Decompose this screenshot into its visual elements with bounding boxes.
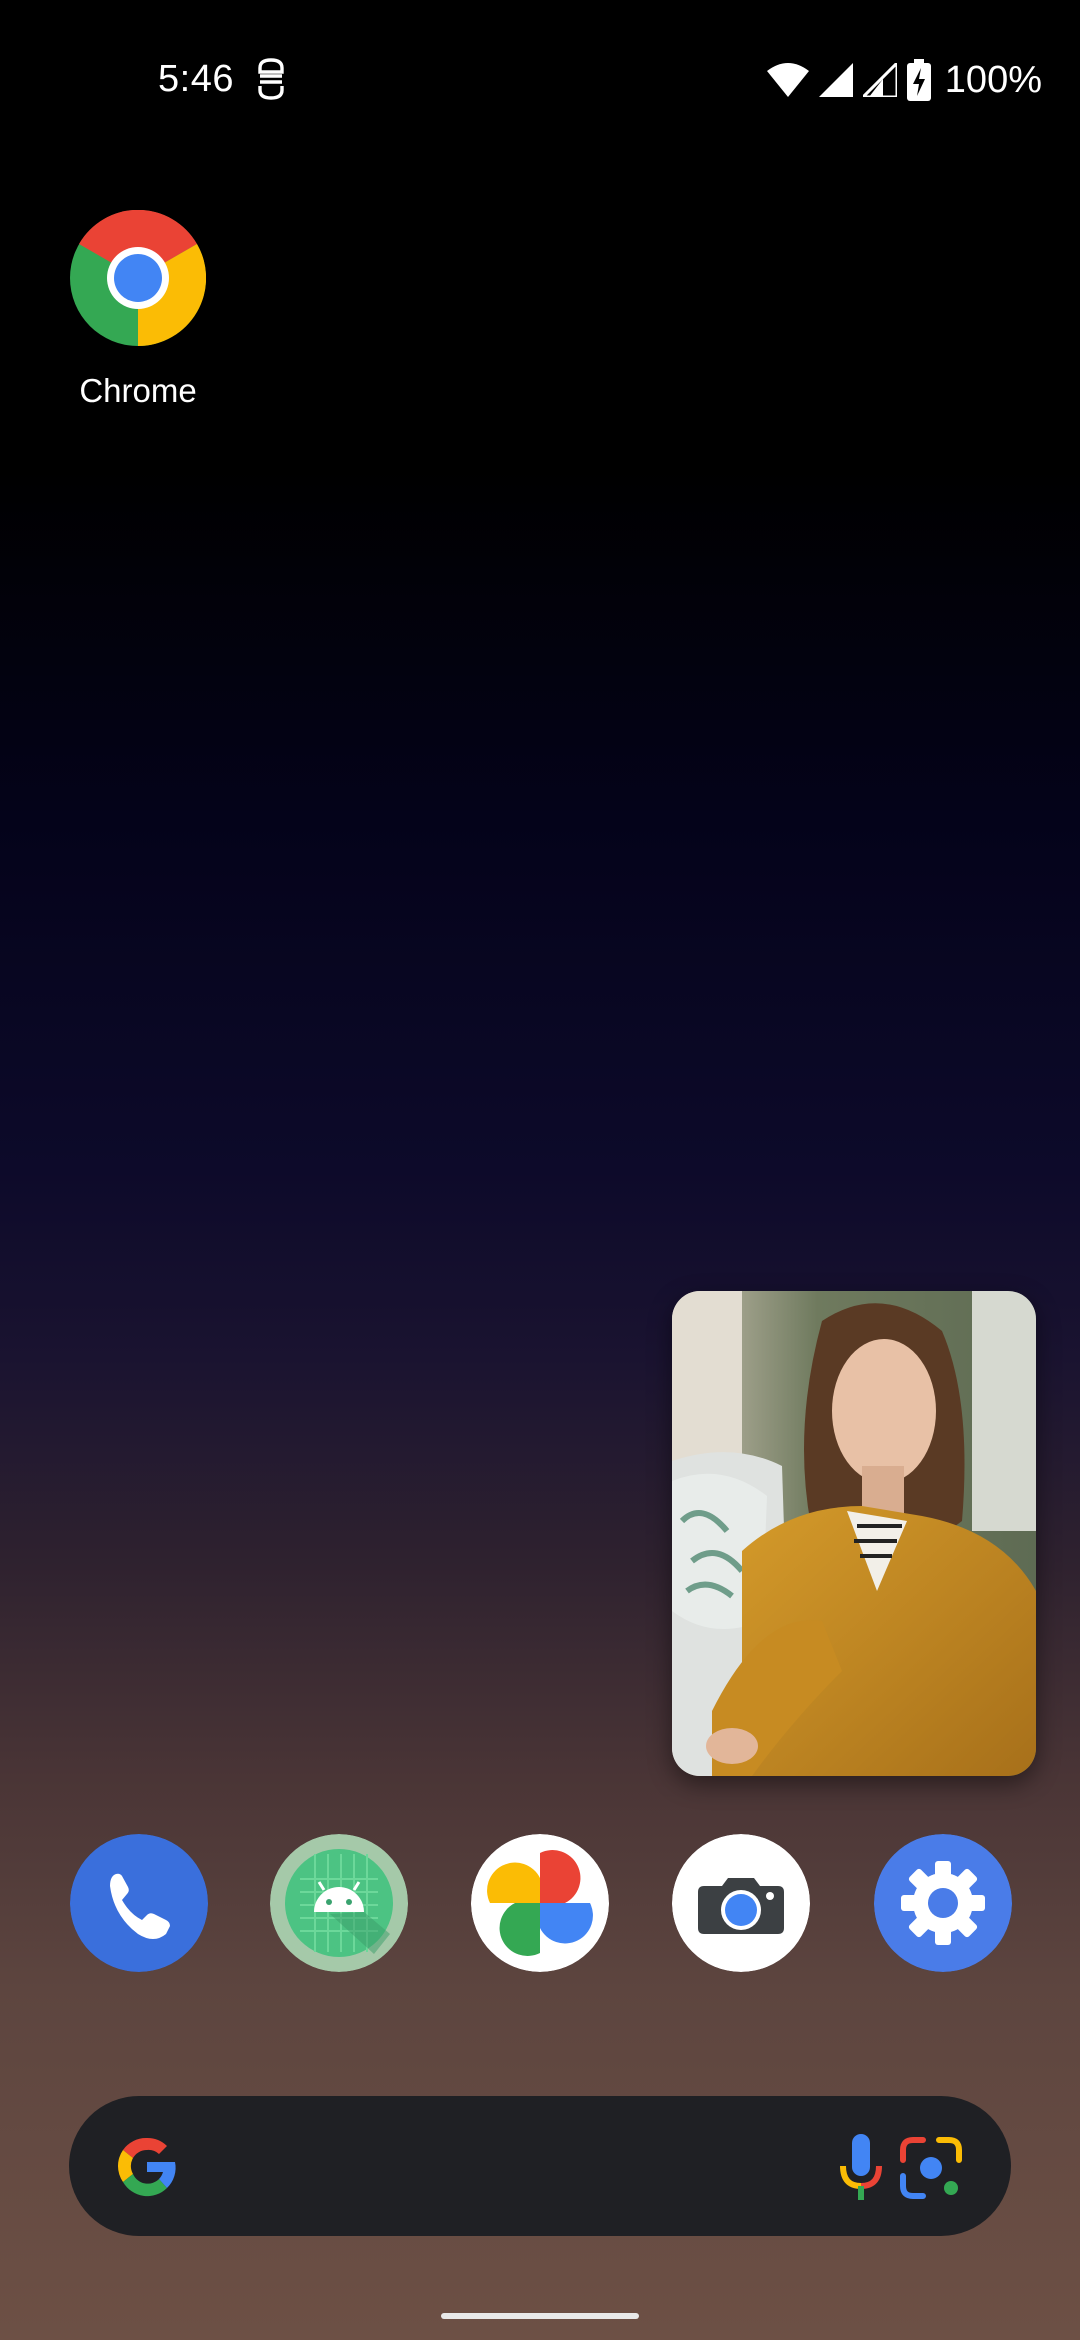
pip-video-window[interactable]: [672, 1291, 1036, 1776]
status-time: 5:46: [158, 58, 234, 100]
wifi-icon: [766, 63, 809, 97]
google-search-bar[interactable]: [69, 2096, 1011, 2236]
battery-percent: 100%: [944, 58, 1042, 101]
android-icon: [270, 1834, 408, 1972]
navigation-handle[interactable]: [441, 2313, 639, 2319]
status-badge-icon: [258, 58, 284, 100]
battery-charging-icon: [906, 59, 931, 101]
google-g-icon: [117, 2137, 176, 2197]
camera-icon: [672, 1834, 810, 1972]
dock: [0, 1834, 1080, 1972]
status-icons: 100%: [766, 58, 1042, 102]
chrome-label: Chrome: [79, 372, 197, 409]
photos-pinwheel-icon: [471, 1834, 609, 1972]
chrome-icon: [70, 210, 206, 346]
android-app[interactable]: [270, 1834, 408, 1972]
chrome-shortcut[interactable]: Chrome: [60, 210, 216, 410]
pip-video-thumbnail: [672, 1291, 1036, 1776]
phone-app[interactable]: [70, 1834, 208, 1972]
phone-icon: [70, 1834, 208, 1972]
gear-icon: [874, 1834, 1012, 1972]
cell-signal-icon: [862, 63, 897, 97]
status-bar: 5:46 100%: [0, 0, 1080, 160]
photos-app[interactable]: [471, 1834, 609, 1972]
cell-signal-icon: [818, 63, 853, 97]
lens-icon[interactable]: [897, 2134, 965, 2202]
camera-app[interactable]: [672, 1834, 810, 1972]
settings-app[interactable]: [874, 1834, 1012, 1972]
microphone-icon[interactable]: [831, 2128, 891, 2208]
